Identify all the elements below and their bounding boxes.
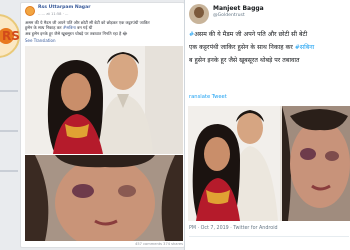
- tweet-text-line-2: एक कट्टरपंथी जाकिर हुसेन के साथ निकाह कर…: [189, 41, 350, 54]
- tweet-text-line-3: ब हुसेन इनके हूर जैसे खूबसूरत थोबड़े पर …: [189, 57, 300, 64]
- couple-photo[interactable]: [25, 46, 183, 154]
- page-name-link[interactable]: Rss Uttarpam Nagar: [38, 5, 90, 10]
- tweet-injured-face-illustration: [282, 106, 350, 221]
- post-footer: 457 comments 374 shares: [25, 241, 183, 249]
- tweet-meta[interactable]: PM · Oct 7, 2019 · Twitter for Android: [189, 226, 278, 231]
- facebook-post: Rss Uttarpam Nagar …… at 11:58 · … असम क…: [20, 2, 185, 248]
- sidebar-divider: [0, 170, 18, 172]
- post-text-line-3: अब हुसेन इनके हूर जैसे खूबसूरत थोबड़े पर…: [25, 30, 128, 36]
- tweet-couple-illustration: [188, 106, 280, 221]
- hashtag-link[interactable]: #सबिना: [63, 25, 76, 30]
- sidebar-divider: [0, 130, 18, 132]
- post-text-line-2-end: बन गई थी: [77, 25, 93, 31]
- twitter-post: Manjeet Bagga @Goldentrust #असम की ये मै…: [184, 0, 350, 250]
- tweet-divider: [189, 236, 349, 237]
- tweet-photo-couple[interactable]: [188, 106, 280, 221]
- post-text: असम की ये मैडम जी अपने पति और छोटी सी बे…: [25, 20, 181, 36]
- translate-tweet-link[interactable]: ranslate Tweet: [189, 94, 227, 100]
- tweet-media[interactable]: [188, 106, 350, 221]
- tweet-text-line-1-body: असम की ये मैडम जी अपने पति और छोटी सी बे…: [194, 31, 308, 38]
- engagement-counts[interactable]: 457 comments 374 shares: [135, 242, 183, 246]
- user-avatar[interactable]: [189, 4, 209, 24]
- post-timestamp[interactable]: …… at 11:58 · …: [38, 12, 68, 16]
- tweet-photo-injured-face[interactable]: [282, 106, 350, 221]
- tweet-hashtag-link[interactable]: #सबिना: [295, 44, 315, 51]
- post-header: Rss Uttarpam Nagar …… at 11:58 · …: [25, 5, 182, 18]
- post-text-line-2-start: हुसेन के साथ निकाह कर: [25, 25, 62, 31]
- user-display-name[interactable]: Manjeet Bagga: [213, 5, 264, 12]
- page-avatar[interactable]: [25, 6, 35, 16]
- user-handle[interactable]: @Goldentrust: [213, 13, 245, 18]
- tweet-text-line-1: #असम की ये मैडम जी अपने पति और छोटी सी ब…: [189, 28, 350, 41]
- tweet-text: #असम की ये मैडम जी अपने पति और छोटी सी ब…: [189, 28, 350, 67]
- see-translation-link[interactable]: See Translation: [25, 38, 56, 43]
- couple-photo-illustration: [25, 46, 183, 154]
- screenshot-composite: RSS Rss Uttarpam Nagar …… at 11:58 · … अ…: [0, 0, 350, 250]
- sidebar-divider: [0, 90, 18, 92]
- injured-face-photo[interactable]: [25, 155, 183, 241]
- injured-face-illustration: [25, 155, 183, 241]
- tweet-text-line-2-body: एक कट्टरपंथी जाकिर हुसेन के साथ निकाह कर: [189, 44, 293, 51]
